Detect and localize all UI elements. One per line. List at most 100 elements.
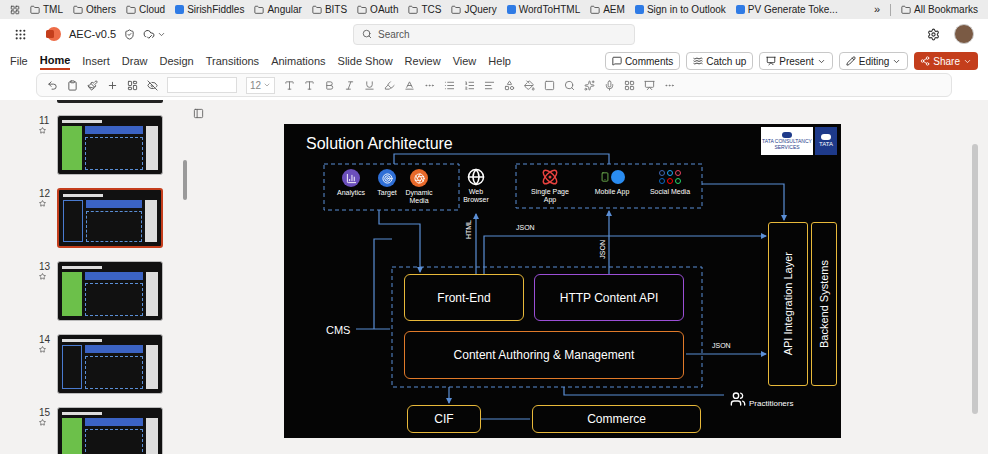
present-icon xyxy=(766,56,776,66)
toolbar-action-button[interactable]: Comments xyxy=(605,52,680,70)
menu-tab[interactable]: Insert xyxy=(82,53,110,69)
slide-thumbnail[interactable]: 12 xyxy=(35,188,183,248)
font-name-field[interactable] xyxy=(167,77,237,93)
slide-thumbnail[interactable]: 14 xyxy=(35,334,183,394)
bookmark[interactable]: PV Generate Toke... xyxy=(736,2,838,17)
app-header: AEC-v0.5 Search xyxy=(0,19,988,49)
slide-scrollbar[interactable] xyxy=(972,100,980,454)
ribbon-button-icon[interactable] xyxy=(444,80,455,91)
menu-tab[interactable]: View xyxy=(453,53,477,69)
bookmarks-overflow[interactable]: » xyxy=(874,1,880,18)
gear-icon[interactable] xyxy=(927,28,940,41)
menu-tab[interactable]: File xyxy=(10,53,28,69)
ribbon-button-icon[interactable] xyxy=(47,80,58,91)
slide-title: Solution Architecture xyxy=(306,132,453,156)
ribbon-button-icon[interactable] xyxy=(364,80,375,91)
bookmark[interactable]: AEM xyxy=(590,2,625,17)
slide-thumbnail[interactable]: 11 xyxy=(35,115,183,175)
bookmark[interactable]: Angular xyxy=(254,2,301,17)
browser-icon xyxy=(467,168,485,186)
bookmark[interactable]: TCS xyxy=(408,2,441,17)
thumbnail-scrollbar[interactable] xyxy=(183,100,189,454)
site-icon xyxy=(736,5,745,14)
bookmark[interactable]: Sign in to Outlook xyxy=(635,2,726,17)
web-browser: Web Browser xyxy=(456,168,496,204)
toolbar-action-button[interactable]: Share xyxy=(914,52,978,70)
ribbon-button-icon[interactable] xyxy=(504,80,515,91)
ribbon-button-icon[interactable] xyxy=(284,80,295,91)
apps-icon[interactable] xyxy=(10,5,20,15)
ribbon-button-icon[interactable] xyxy=(424,80,435,91)
ribbon-button-icon[interactable] xyxy=(524,80,535,91)
bookmark[interactable]: JQuery xyxy=(451,2,496,17)
ribbon-button-icon[interactable] xyxy=(544,80,555,91)
folder-icon xyxy=(254,5,264,15)
folder-icon xyxy=(126,5,136,15)
ribbon-button-icon[interactable] xyxy=(344,80,355,91)
panel-toggle-icon[interactable] xyxy=(193,108,204,119)
architecture-block: Content Authoring & Management xyxy=(404,331,684,379)
side-layer: API Integration Layer xyxy=(768,222,808,386)
ribbon-button-icon[interactable] xyxy=(604,80,615,91)
toolbar-action-button[interactable]: Present xyxy=(759,52,832,70)
ribbon-button-icon[interactable] xyxy=(127,80,138,91)
ribbon-button-icon[interactable] xyxy=(564,80,575,91)
cloud-icon[interactable] xyxy=(143,28,155,40)
menu-tab[interactable]: Transitions xyxy=(206,53,259,69)
menu-tab[interactable]: Home xyxy=(40,52,71,70)
toolbar-action-button[interactable]: Catch up xyxy=(686,52,753,70)
site-icon xyxy=(635,5,644,14)
ribbon-button-icon[interactable] xyxy=(107,80,118,91)
folder-icon xyxy=(901,5,911,15)
search-box[interactable]: Search xyxy=(353,24,635,45)
ribbon-button-icon[interactable] xyxy=(67,80,78,91)
react-icon xyxy=(541,168,559,186)
bookmark[interactable]: Others xyxy=(73,2,116,17)
bookmark[interactable]: BITS xyxy=(312,2,347,17)
tool-icon xyxy=(414,173,425,184)
menu-tab[interactable]: Slide Show xyxy=(338,53,393,69)
chevron-icon[interactable] xyxy=(157,30,166,39)
folder-icon xyxy=(408,5,418,15)
channel: Mobile App xyxy=(588,168,636,196)
menu-tab[interactable]: Review xyxy=(405,53,441,69)
bookmark[interactable]: OAuth xyxy=(357,2,398,17)
waffle-icon[interactable] xyxy=(14,28,27,41)
architecture-block: HTTP Content API xyxy=(534,274,684,321)
ribbon-button-icon[interactable] xyxy=(644,80,655,91)
slide-thumbnail[interactable]: 15 xyxy=(35,407,183,454)
menu-tab[interactable]: Draw xyxy=(122,53,148,69)
bookmark[interactable]: TML xyxy=(30,2,63,17)
marketing-tool: Analytics xyxy=(334,169,368,197)
slide-thumbnail[interactable]: 13 xyxy=(35,261,183,321)
bookmark[interactable]: Cloud xyxy=(126,2,165,17)
ribbon-button-icon[interactable] xyxy=(384,80,395,91)
menu-tab[interactable]: Animations xyxy=(271,53,325,69)
bookmark[interactable]: WordToHTML xyxy=(507,2,581,17)
channel: Single Page App xyxy=(526,168,574,204)
ribbon-button-icon[interactable] xyxy=(324,80,335,91)
ribbon-button-icon[interactable] xyxy=(87,80,98,91)
ribbon-button-icon[interactable] xyxy=(584,80,595,91)
ribbon-button-icon[interactable] xyxy=(624,80,635,91)
ribbon-button-icon[interactable] xyxy=(304,80,315,91)
menu-tab[interactable]: Design xyxy=(159,53,193,69)
star-icon xyxy=(39,419,46,426)
ribbon-button-icon[interactable] xyxy=(664,80,675,91)
bookmark[interactable]: SirishFiddles xyxy=(175,2,244,17)
ribbon-button-icon[interactable] xyxy=(464,80,475,91)
toolbar-action-button[interactable]: Editing xyxy=(839,52,909,70)
folder-icon xyxy=(357,5,367,15)
connector-label: JSON xyxy=(712,342,731,350)
file-name[interactable]: AEC-v0.5 xyxy=(69,26,116,43)
star-icon xyxy=(39,273,46,280)
ribbon-button-icon[interactable] xyxy=(404,80,415,91)
comment-icon xyxy=(612,56,622,66)
slide[interactable]: Solution ArchitectureTATA CONSULTANCY SE… xyxy=(284,124,841,438)
ribbon-button-icon[interactable] xyxy=(147,80,158,91)
menu-tab[interactable]: Help xyxy=(488,53,511,69)
ribbon-button-icon[interactable] xyxy=(484,80,495,91)
bookmark[interactable]: All Bookmarks xyxy=(901,2,978,17)
font-size-field[interactable]: 12 xyxy=(246,77,275,94)
avatar[interactable] xyxy=(954,24,974,44)
